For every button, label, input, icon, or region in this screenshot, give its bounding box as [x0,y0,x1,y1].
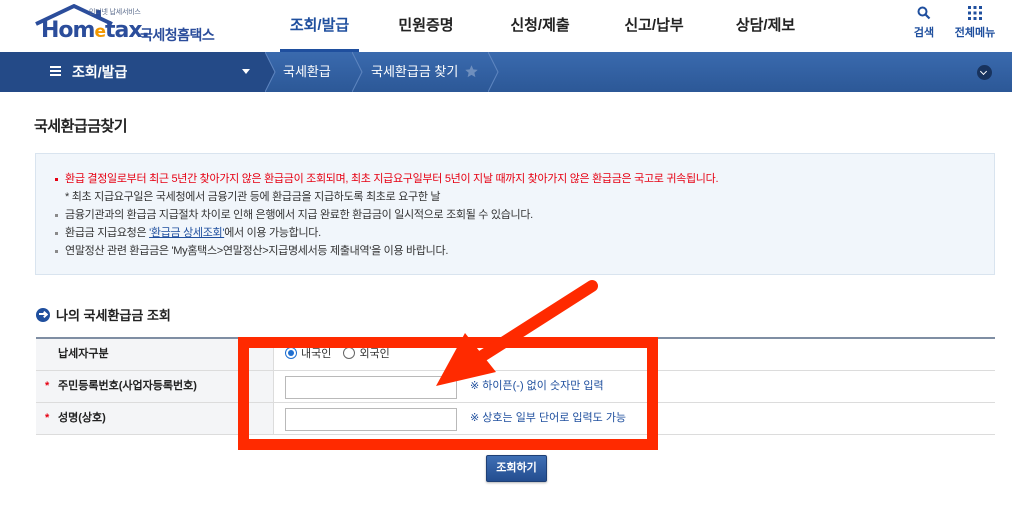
location-menu-label: 조회/발급 [72,64,128,80]
radio-domestic[interactable] [285,347,297,359]
breadcrumb-separator-icon [352,52,363,92]
caret-down-icon [242,69,250,74]
hometax-logo[interactable]: 인터넷 납세서비스 Hometax. 국세청홈택스 [34,4,224,48]
breadcrumb-item-refund-finder[interactable]: 국세환급금 찾기 [371,52,458,92]
search-label: 검색 [913,27,935,39]
main-nav: 조회/발급 민원증명 신청/제출 신고/납부 상담/제보 [262,0,828,52]
section-title: 나의 국세환급금 조회 [36,305,171,324]
name-hint: ※ 상호는 일부 단어로 입력도 가능 [470,412,627,424]
nav-item-inquiry[interactable]: 조회/발급 [262,0,377,52]
name-input[interactable] [285,408,457,431]
notice-line-4: 환급금 지급요청은 '환급금 상세조회'에서 이용 가능합니다. [55,224,994,242]
taxpayer-type-radio-group: 내국인 외국인 [285,339,399,370]
id-number-label: * 주민등록번호(사업자등록번호) [36,371,274,402]
taxpayer-type-label: 납세자구분 [36,339,274,370]
nav-item-application[interactable]: 신청/제출 [475,0,605,52]
all-menu-label: 전체메뉴 [954,27,996,39]
lookup-submit-button[interactable]: 조회하기 [486,455,547,482]
form-row-id-number: * 주민등록번호(사업자등록번호) ※ 하이픈(-) 없이 숫자만 입력 [36,371,995,403]
id-number-hint: ※ 하이픈(-) 없이 숫자만 입력 [470,380,604,392]
lookup-form: 납세자구분 내국인 외국인 * 주민등록번호(사업자등록번호) ※ 하이픈(-) … [36,337,995,435]
logo-brand: Hometax. [41,18,150,43]
notice-box: 환급 결정일로부터 최근 5년간 찾아가지 않은 환급금이 조회되며, 최초 지… [35,153,995,275]
radio-foreigner[interactable] [343,347,356,359]
id-number-input[interactable] [285,376,457,399]
nav-item-certificate[interactable]: 민원증명 [377,0,475,52]
nav-item-filing[interactable]: 신고/납부 [605,0,703,52]
arrow-circle-icon [36,308,50,322]
location-bar: 조회/발급 국세환급 국세환급금 찾기 [0,52,1012,92]
breadcrumb-item-refund[interactable]: 국세환급 [283,52,331,92]
notice-line-3: 금융기관과의 환급금 지급절차 차이로 인해 은행에서 지급 완료한 환급금이 … [55,206,994,224]
page-title: 국세환급금찾기 [34,118,128,135]
location-expand-icon[interactable] [977,65,992,80]
form-row-name: * 성명(상호) ※ 상호는 일부 단어로 입력도 가능 [36,403,995,435]
hamburger-icon [50,66,61,77]
search-icon [910,6,938,24]
search-button[interactable]: 검색 [910,6,938,40]
breadcrumb-separator-icon [488,52,499,92]
nav-item-consult[interactable]: 상담/제보 [703,0,828,52]
logo-name: 국세청홈택스 [140,27,215,43]
grid-menu-icon [952,6,998,24]
name-label: * 성명(상호) [36,403,274,434]
logo-subtitle: 인터넷 납세서비스 [89,9,141,16]
location-menu-dropdown[interactable]: 조회/발급 [0,52,265,92]
all-menu-button[interactable]: 전체메뉴 [952,6,998,40]
notice-line-2: * 최초 지급요구일은 국세청에서 금융기관 등에 환급금을 지급하도록 최초로… [65,191,441,203]
refund-detail-link[interactable]: '환급금 상세조회' [149,227,224,239]
radio-domestic-label[interactable]: 내국인 [301,348,331,360]
notice-line-5: 연말정산 관련 환급금은 'My홈택스>연말정산>지급명세서등 제출내역'을 이… [55,242,994,260]
favorite-star-icon[interactable] [464,64,479,79]
form-row-taxpayer-type: 납세자구분 내국인 외국인 [36,339,995,371]
notice-line-1: 환급 결정일로부터 최근 5년간 찾아가지 않은 환급금이 조회되며, 최초 지… [55,170,994,188]
breadcrumb-separator-icon [265,52,276,92]
top-header: 인터넷 납세서비스 Hometax. 국세청홈택스 조회/발급 민원증명 신청/… [0,0,1012,52]
radio-foreigner-label[interactable]: 외국인 [359,348,389,360]
